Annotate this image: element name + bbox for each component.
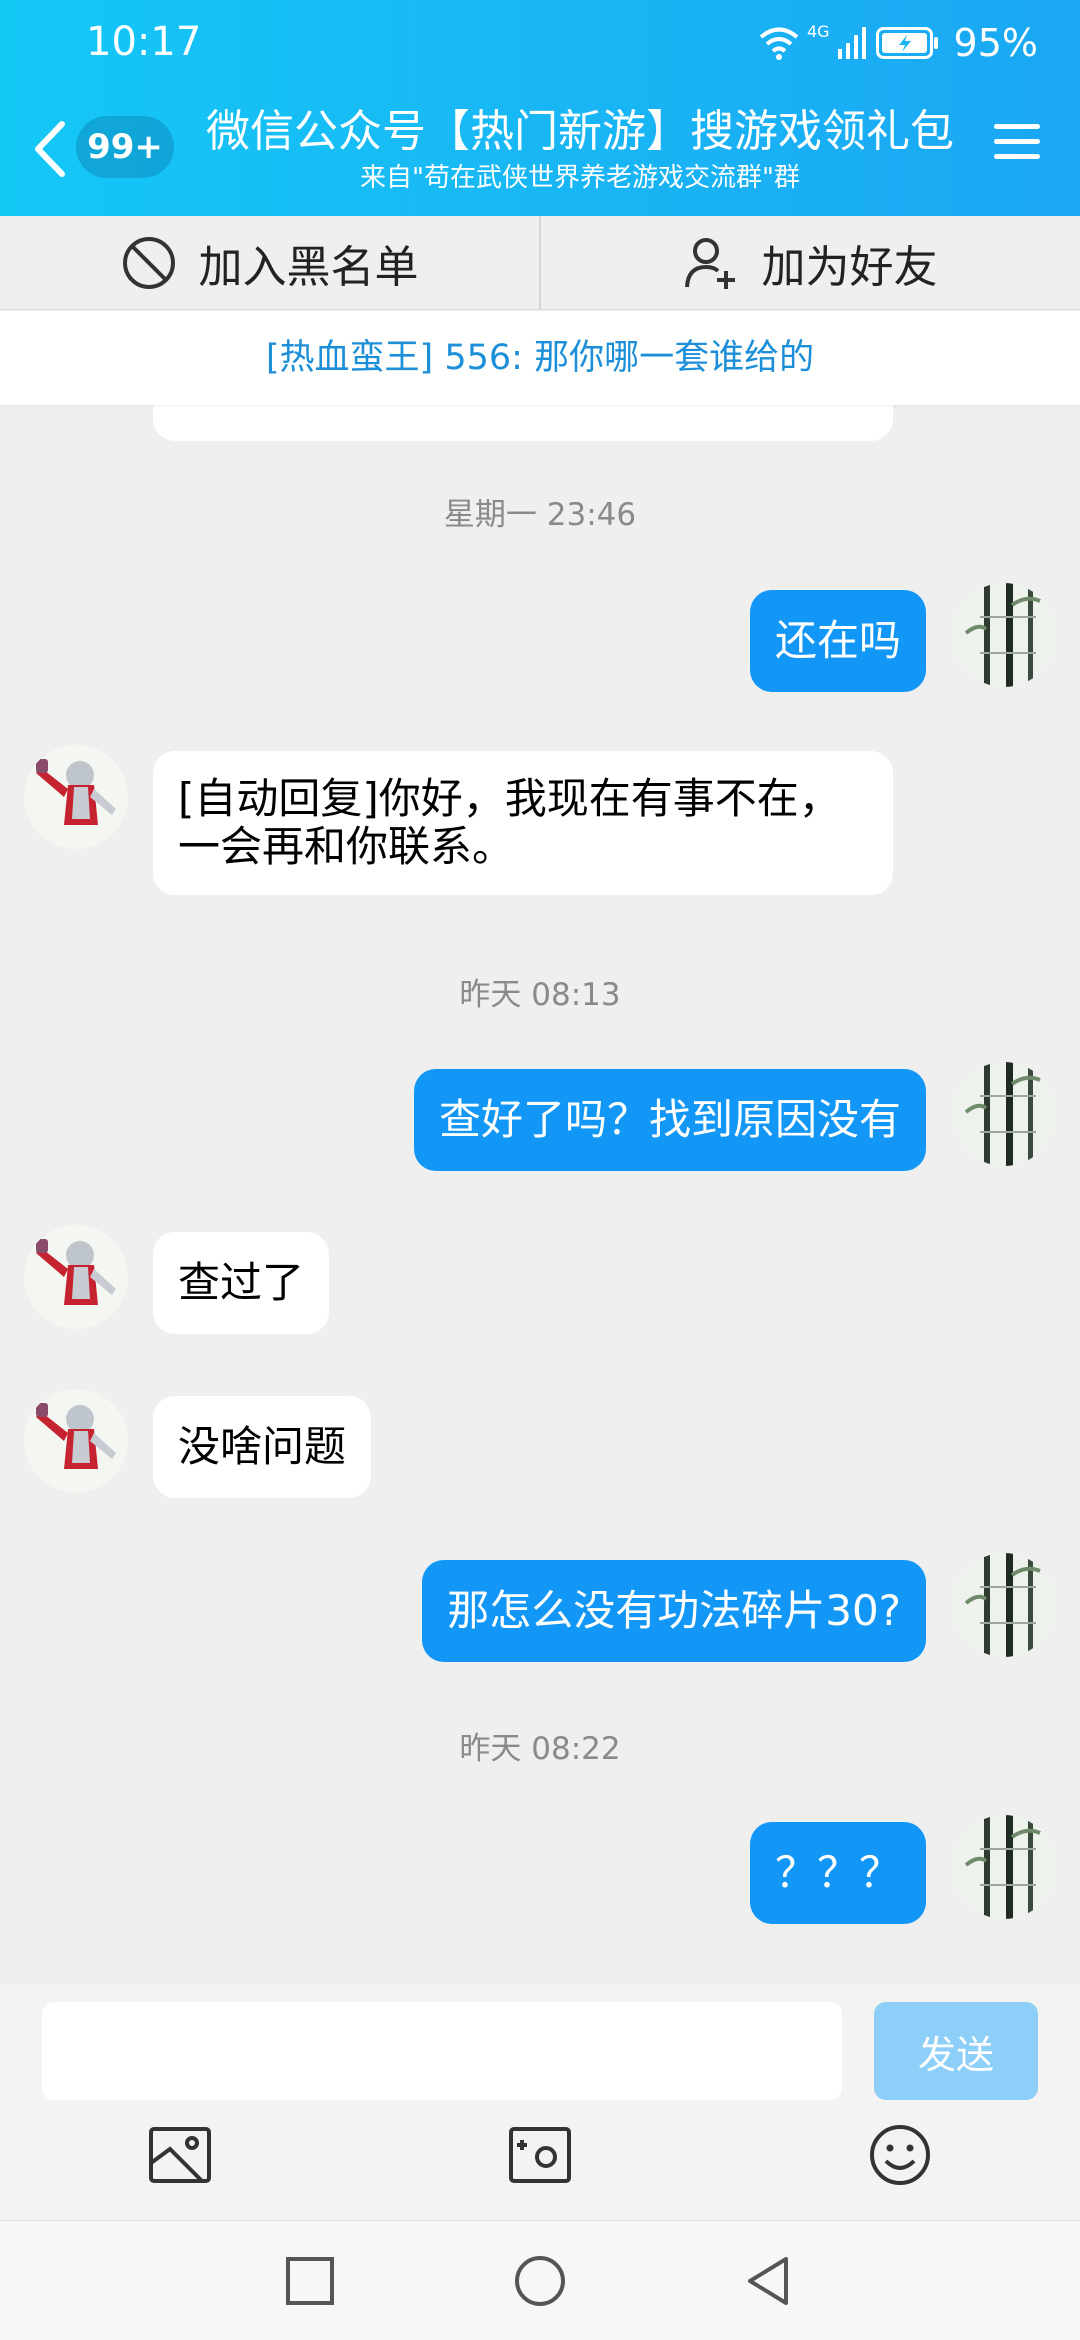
ultraman-avatar-icon (24, 1225, 128, 1329)
unread-count-badge[interactable]: 99+ (76, 116, 174, 178)
outgoing-message[interactable]: ？？？ (749, 1822, 926, 1924)
bamboo-avatar-icon (952, 1815, 1056, 1919)
signal-icon (837, 27, 866, 59)
wifi-icon (759, 27, 799, 60)
outgoing-message[interactable]: 查好了吗？找到原因没有 (413, 1069, 926, 1171)
add-to-blacklist-button[interactable]: 加入黑名单 (0, 216, 539, 309)
bamboo-avatar-icon (952, 583, 1056, 687)
timestamp: 星期一 23:46 (443, 497, 637, 533)
incoming-message[interactable]: [自动回复]你好，我现在有事不在，一会再和你联系。 (153, 751, 893, 895)
outgoing-message[interactable]: 那怎么没有功法碎片30? (422, 1560, 926, 1662)
my-avatar[interactable] (952, 1815, 1056, 1919)
battery-charging-icon (875, 27, 938, 59)
system-nav-bar (0, 2220, 1080, 2340)
input-bar: 发送 (0, 1985, 1080, 2220)
send-button[interactable]: 发送 (874, 2002, 1038, 2100)
message-input[interactable] (42, 2002, 842, 2100)
incoming-message[interactable]: 没啥问题 (153, 1396, 372, 1498)
menu-icon[interactable] (994, 124, 1040, 170)
outgoing-message[interactable]: 还在吗 (749, 590, 926, 692)
incoming-message[interactable]: 查过了 (153, 1232, 330, 1334)
group-notice-banner[interactable]: [热血蛮王] 556: 那你哪一套谁给的 (0, 311, 1080, 405)
timestamp: 昨天 08:22 (459, 1731, 621, 1767)
camera-icon[interactable] (508, 2123, 572, 2187)
network-type: 4G (806, 22, 830, 41)
add-to-blacklist-label: 加入黑名单 (198, 241, 419, 293)
add-friend-button[interactable]: 加为好友 (541, 216, 1080, 309)
previous-message-bubble (153, 405, 893, 441)
contact-avatar[interactable] (24, 1389, 128, 1493)
bamboo-avatar-icon (952, 1553, 1056, 1657)
chat-subtitle: 来自"苟在武侠世界养老游戏交流群"群 (360, 163, 800, 193)
status-icons: 4G 95% (759, 18, 1038, 68)
contact-avatar[interactable] (24, 1225, 128, 1329)
chat-title: 微信公众号【热门新游】搜游戏领礼包 (206, 106, 954, 157)
back-icon[interactable] (28, 118, 72, 180)
image-icon[interactable] (148, 2123, 212, 2187)
timestamp: 昨天 08:13 (459, 977, 621, 1013)
back-nav-icon[interactable] (742, 2253, 798, 2309)
chat-header: 10:17 4G 95% 99+ 微信公众号【热门新游】搜游戏领礼包 来自"苟在… (0, 0, 1080, 216)
add-friend-label: 加为好友 (761, 241, 938, 293)
ultraman-avatar-icon (24, 745, 128, 849)
block-icon (122, 236, 175, 289)
bamboo-avatar-icon (952, 1062, 1056, 1166)
home-icon[interactable] (512, 2253, 568, 2309)
ultraman-avatar-icon (24, 1389, 128, 1493)
status-time: 10:17 (86, 19, 202, 65)
stranger-action-bar: 加入黑名单 加为好友 (0, 216, 1080, 310)
message-list[interactable]: 星期一 23:46 还在吗 [自动回复]你好，我现在有事不在，一会再和你联系。 (0, 405, 1080, 1985)
emoji-icon[interactable] (868, 2123, 932, 2187)
contact-avatar[interactable] (24, 745, 128, 849)
add-friend-icon (684, 237, 735, 289)
my-avatar[interactable] (952, 1062, 1056, 1166)
recent-apps-icon[interactable] (282, 2253, 338, 2309)
battery-percent: 95% (953, 21, 1038, 65)
my-avatar[interactable] (952, 583, 1056, 687)
my-avatar[interactable] (952, 1553, 1056, 1657)
